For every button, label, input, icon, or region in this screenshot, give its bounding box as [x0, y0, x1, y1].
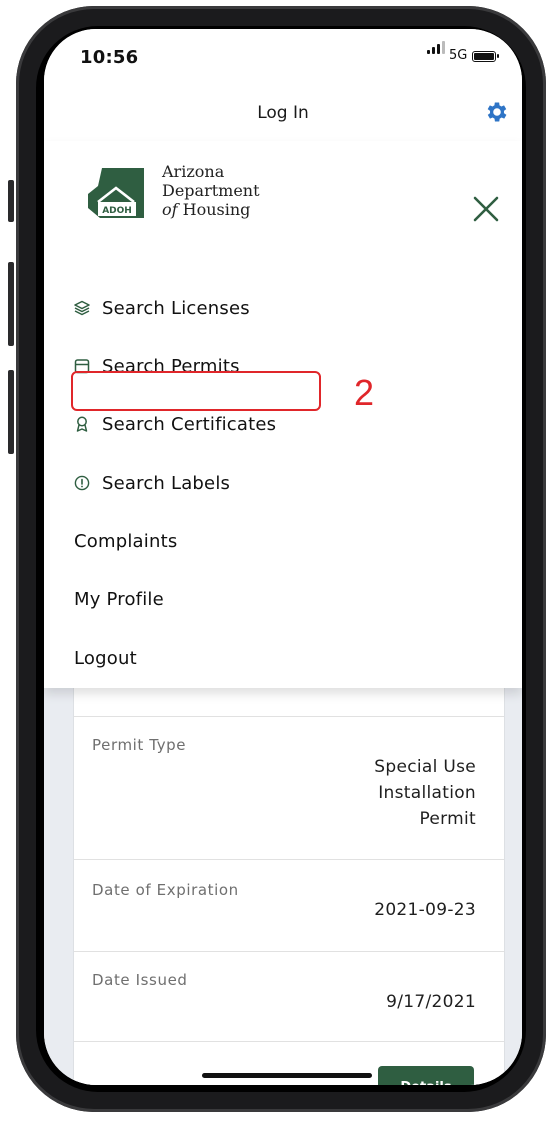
- highlight-annotation-box: [71, 371, 321, 411]
- volume-up-button: [8, 262, 14, 346]
- permit-type-line-3: Permit: [419, 809, 476, 829]
- issued-label: Date Issued: [92, 971, 188, 989]
- logo-line-2: Department: [162, 181, 260, 200]
- row-permit-type: Permit Type Special Use Installation Per…: [74, 716, 504, 860]
- permit-type-label: Permit Type: [92, 736, 187, 754]
- permit-type-value: Special Use Installation Permit: [374, 754, 476, 832]
- layers-icon: [74, 300, 90, 316]
- close-icon[interactable]: [472, 195, 500, 223]
- volume-down-button: [8, 370, 14, 454]
- app-header: Log In: [44, 79, 522, 142]
- permit-card: Permit Type Special Use Installation Per…: [73, 688, 505, 1085]
- menu-my-profile[interactable]: My Profile: [74, 589, 164, 610]
- gear-icon[interactable]: [484, 99, 510, 125]
- logo-line-1: Arizona: [162, 162, 225, 181]
- menu-label: Search Labels: [102, 472, 231, 494]
- mute-switch: [8, 180, 14, 222]
- app-screen: 10:56 5G Log In ADOH Arizona Department: [44, 29, 522, 1085]
- expiration-value: 2021-09-23: [374, 900, 476, 920]
- details-button[interactable]: Details: [378, 1066, 474, 1085]
- menu-search-licenses[interactable]: Search Licenses: [74, 291, 250, 325]
- row-date-issued: Date Issued 9/17/2021: [74, 951, 504, 1042]
- status-time: 10:56: [80, 47, 139, 68]
- adoh-logo-icon: ADOH: [88, 168, 144, 218]
- status-bar: 10:56 5G: [44, 29, 522, 79]
- menu-search-labels[interactable]: Search Labels: [74, 466, 230, 500]
- logo-wordmark: Arizona Department of Housing: [162, 162, 260, 219]
- logo-line-3-italic: of: [162, 200, 178, 219]
- permit-type-line-1: Special Use: [374, 757, 476, 777]
- step-number-annotation: 2: [354, 372, 375, 413]
- menu-label: Search Certificates: [102, 413, 277, 435]
- menu-logout[interactable]: Logout: [74, 648, 137, 669]
- card-row-top: [74, 688, 504, 717]
- home-indicator[interactable]: [202, 1073, 372, 1078]
- navigation-drawer: ADOH Arizona Department of Housing Searc…: [44, 141, 522, 688]
- battery-icon: [472, 51, 499, 62]
- logo-line-3: of Housing: [162, 200, 260, 219]
- row-date-expiration: Date of Expiration 2021-09-23: [74, 859, 504, 952]
- certificate-icon: [76, 416, 88, 432]
- login-link[interactable]: Log In: [44, 103, 522, 123]
- menu-label: Search Licenses: [102, 297, 250, 319]
- network-label: 5G: [449, 48, 468, 63]
- expiration-label: Date of Expiration: [92, 881, 239, 899]
- menu-complaints[interactable]: Complaints: [74, 531, 177, 552]
- menu-search-certificates[interactable]: Search Certificates: [74, 407, 276, 441]
- svg-text:ADOH: ADOH: [102, 206, 132, 216]
- permit-type-line-2: Installation: [378, 783, 476, 803]
- alert-circle-icon: [74, 475, 90, 491]
- permit-details-page: Permit Type Special Use Installation Per…: [44, 688, 522, 1085]
- logo-line-3-word: Housing: [182, 200, 251, 219]
- adoh-logo: ADOH Arizona Department of Housing: [88, 160, 288, 224]
- issued-value: 9/17/2021: [386, 992, 476, 1012]
